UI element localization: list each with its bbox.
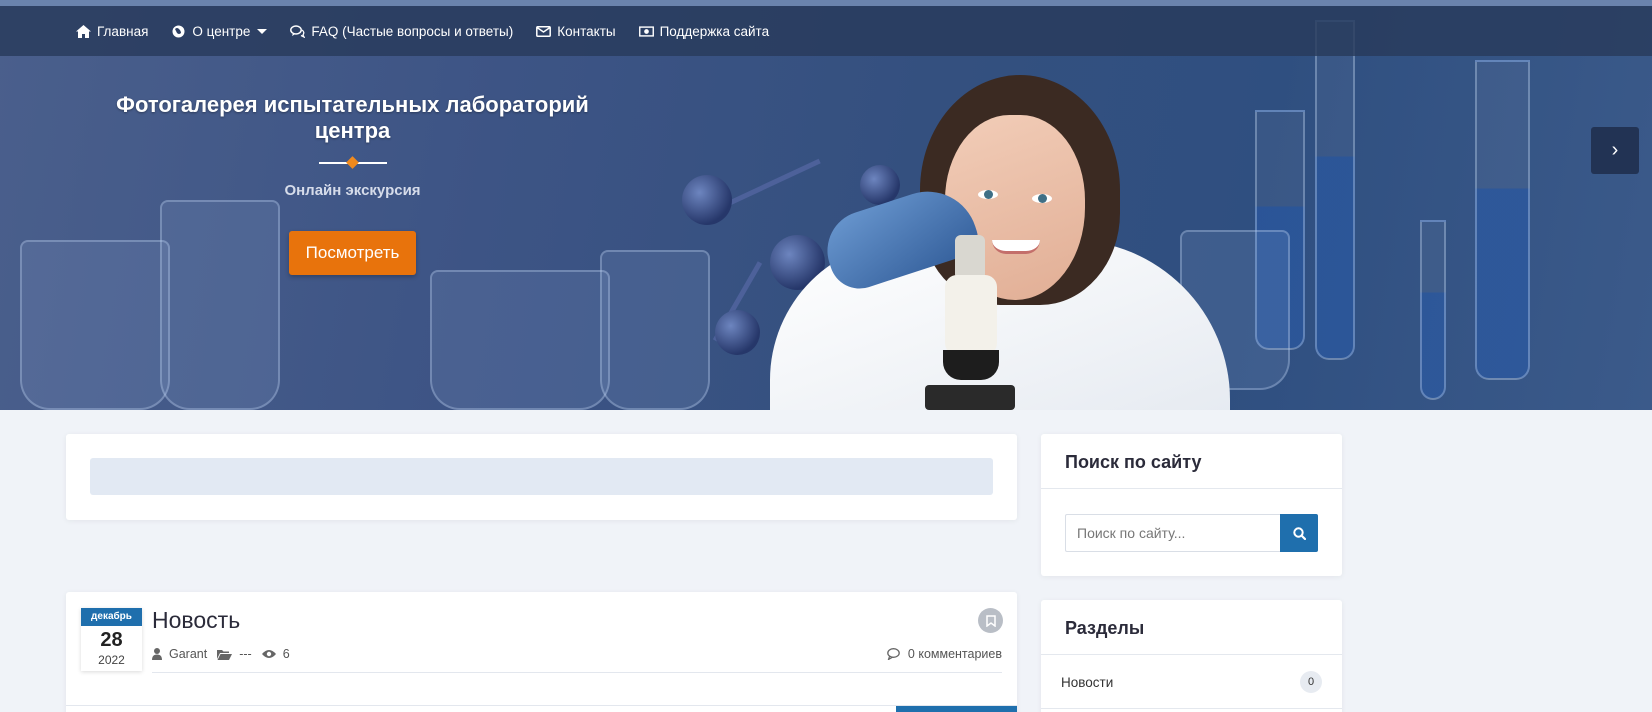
sidebar-sections-widget: Разделы Новости 0 (1041, 600, 1342, 712)
search-icon (1292, 526, 1306, 540)
eye (1032, 194, 1052, 203)
microscope-lens (943, 350, 999, 380)
eye-icon (261, 650, 276, 658)
nav-item-home[interactable]: Главная (76, 24, 148, 39)
news-views: 6 (261, 647, 290, 661)
flask-decoration (430, 270, 610, 410)
nav-item-about[interactable]: О центре (171, 23, 268, 39)
user-icon (152, 648, 162, 660)
nav-item-label: Главная (97, 23, 149, 39)
read-more-button[interactable] (896, 706, 1017, 712)
date-badge: декабрь 28 2022 (81, 608, 142, 671)
hero-subtitle: Онлайн экскурсия (284, 182, 421, 199)
breadcrumb-bar (90, 458, 993, 495)
section-item-label: Новости (1061, 674, 1114, 690)
test-tube-decoration (1420, 220, 1446, 400)
microscope-base (925, 385, 1015, 410)
sections-widget-title: Разделы (1041, 600, 1342, 655)
news-category[interactable]: --- (217, 647, 252, 661)
breadcrumb-card (66, 434, 1017, 520)
search-form (1065, 514, 1318, 552)
microscope-body (945, 275, 997, 355)
news-category-name: --- (239, 647, 252, 661)
nav-item-contacts[interactable]: Контакты (536, 23, 616, 39)
search-input[interactable] (1065, 514, 1280, 552)
hero-divider (318, 162, 387, 164)
bookmark-icon[interactable] (978, 608, 1003, 633)
envelope-icon (536, 24, 552, 38)
hero-slider: Фотогалерея испытательных лабораторий це… (0, 0, 1652, 410)
home-icon (76, 24, 91, 38)
test-tube-decoration (1475, 60, 1530, 380)
divider (66, 705, 1017, 706)
comments-icon (290, 24, 306, 38)
news-author[interactable]: Garant (152, 647, 207, 661)
section-item-count: 0 (1300, 671, 1322, 693)
nav-item-support[interactable]: Поддержка сайта (638, 23, 770, 39)
news-card: декабрь 28 2022 Новость Garant --- 6 0 к… (66, 592, 1017, 712)
search-button[interactable] (1280, 514, 1318, 552)
eye (978, 190, 998, 199)
beaker-decoration (600, 250, 710, 410)
news-comments-link[interactable]: 0 комментариев (887, 647, 1002, 661)
nav-item-faq[interactable]: FAQ (Частые вопросы и ответы) (290, 24, 513, 39)
view-button[interactable]: Посмотреть (288, 231, 417, 275)
main-nav: Главная О центре FAQ (Частые вопросы и о… (0, 6, 1652, 56)
nav-item-label: Контакты (557, 23, 616, 39)
microscope (925, 235, 1015, 410)
nav-item-label: О центре (192, 23, 251, 39)
hero-title: Фотогалерея испытательных лабораторий це… (116, 92, 589, 143)
section-item-news[interactable]: Новости 0 (1041, 656, 1342, 709)
news-title[interactable]: Новость (152, 607, 240, 634)
nav-item-label: FAQ (Частые вопросы и ответы) (311, 23, 514, 39)
date-month: декабрь (81, 608, 142, 626)
comment-icon (887, 648, 900, 660)
hero-caption: Фотогалерея испытательных лабораторий це… (100, 92, 605, 275)
molecule-atom (682, 175, 732, 225)
date-year: 2022 (98, 653, 125, 667)
date-day: 28 (100, 629, 123, 651)
news-author-name: Garant (169, 647, 208, 661)
news-meta: Garant --- 6 (152, 647, 300, 661)
test-tube-decoration (1315, 20, 1355, 360)
money-icon (638, 24, 654, 38)
globe-icon (171, 24, 186, 38)
chevron-down-icon (257, 28, 268, 34)
search-widget-title: Поиск по сайту (1041, 434, 1342, 489)
divider (152, 672, 1002, 673)
microscope-eyepiece (955, 235, 985, 280)
molecule-atom (715, 310, 760, 355)
news-comments-count: 0 комментариев (907, 647, 1002, 661)
sidebar-search-widget: Поиск по сайту (1041, 434, 1342, 576)
news-views-count: 6 (282, 647, 290, 661)
nav-item-label: Поддержка сайта (659, 23, 770, 39)
slider-next-button[interactable]: › (1591, 127, 1639, 174)
folder-open-icon (217, 649, 233, 660)
